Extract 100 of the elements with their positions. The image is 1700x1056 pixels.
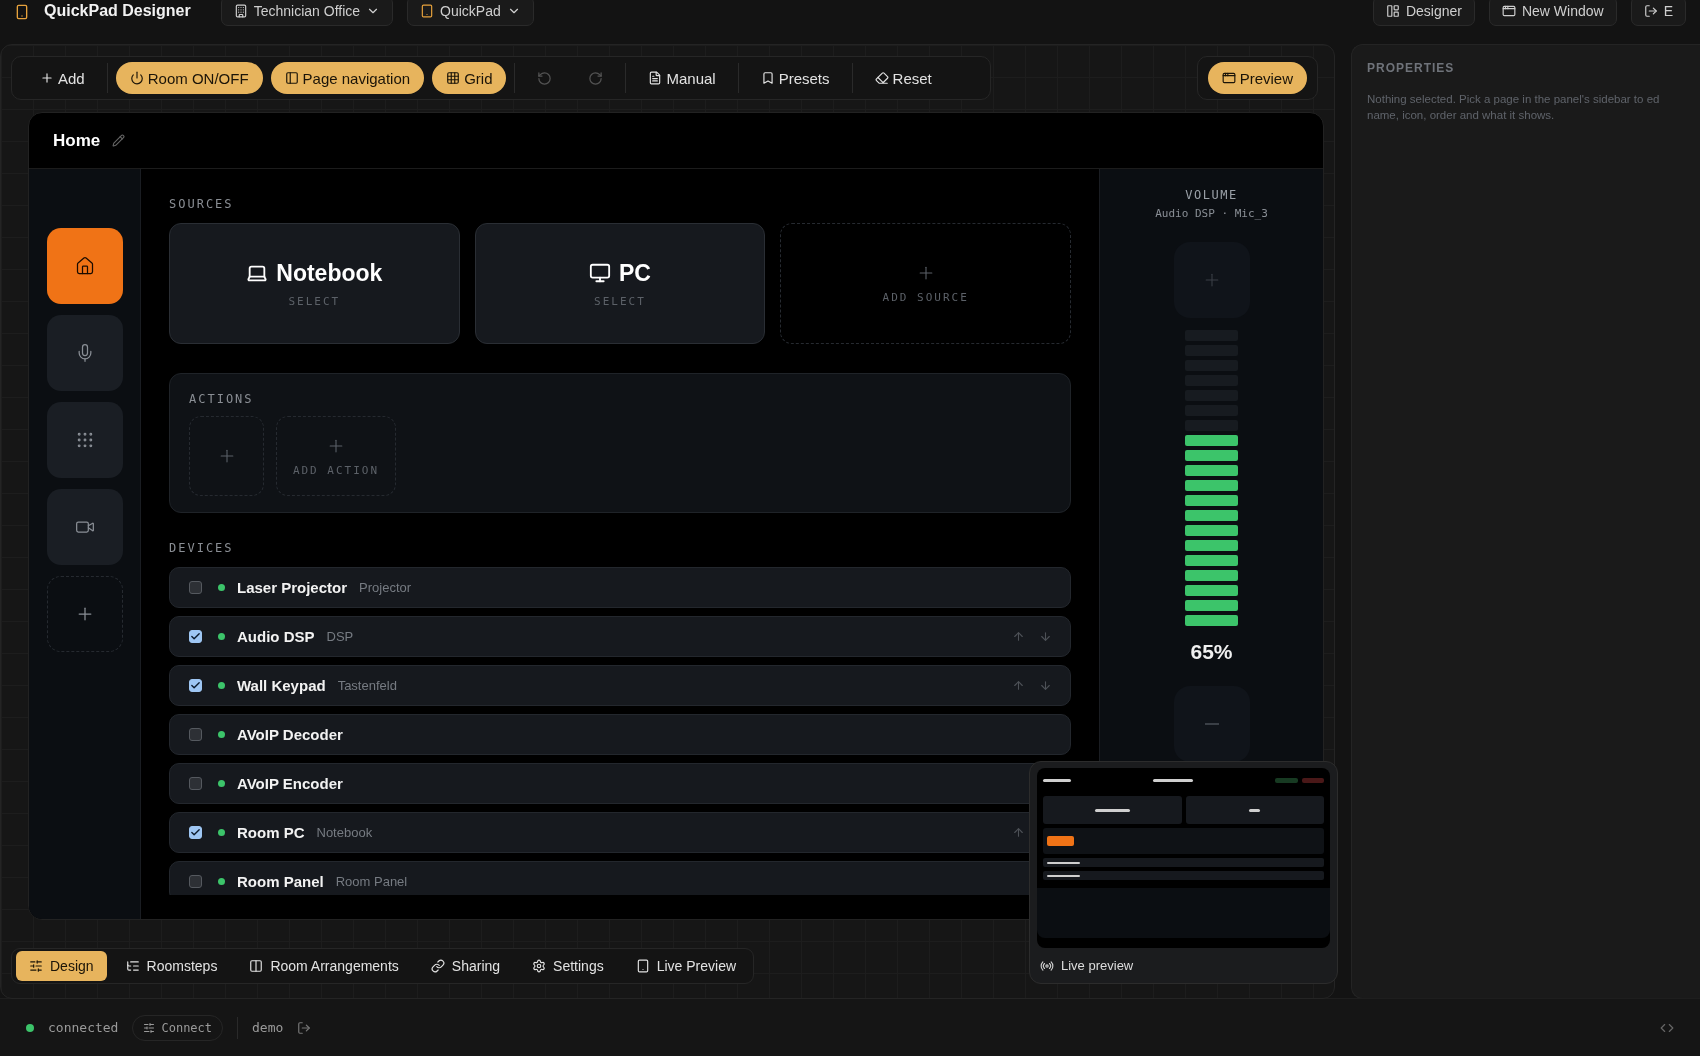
properties-message: Nothing selected. Pick a page in the panel's sidebar to ed name, icon, order and what it shows.: [1367, 92, 1661, 123]
tab[interactable]: Sharing: [417, 951, 514, 981]
source-hint: SELECT: [594, 294, 646, 308]
tab[interactable]: Live Preview: [622, 951, 750, 981]
device-type: DSP: [326, 629, 354, 644]
volume-title: VOLUME: [1185, 188, 1238, 202]
sliders-icon: [29, 959, 43, 973]
window-icon: [1501, 4, 1516, 18]
link-icon: [430, 959, 445, 973]
section-label: ACTIONS: [189, 392, 255, 406]
page-title: Home: [53, 130, 101, 151]
app-logo-icon: [14, 4, 30, 20]
toolbar-button[interactable]: Room ON/OFF: [115, 62, 263, 94]
preview-button[interactable]: Preview: [1207, 62, 1307, 94]
tab[interactable]: Roomsteps: [112, 951, 231, 981]
device-type: Tastenfeld: [337, 678, 397, 693]
device-name: Room PC: [237, 824, 305, 841]
device-type: Room Panel: [335, 874, 408, 889]
redo-icon: [588, 70, 604, 86]
columns-icon: [249, 959, 264, 973]
add-action-button[interactable]: [189, 416, 264, 496]
checkbox[interactable]: [189, 630, 202, 643]
header-button[interactable]: Designer: [1372, 0, 1475, 26]
undo-icon: [537, 70, 553, 86]
sliders-icon: [143, 1021, 156, 1034]
toolbar-button[interactable]: Grid: [432, 62, 507, 94]
edit-icon[interactable]: [112, 134, 126, 147]
grid-icon: [446, 71, 461, 85]
tablet-icon: [420, 4, 435, 18]
volume-reading: 65%: [1190, 640, 1233, 664]
minus-icon: [1204, 723, 1219, 725]
device-name: Room Panel: [237, 873, 324, 890]
settings-icon: [532, 959, 547, 973]
add-source-label: ADD SOURCE: [882, 291, 969, 304]
move-up-icon[interactable]: [1012, 679, 1025, 692]
header-button[interactable]: New Window: [1488, 0, 1617, 26]
tab[interactable]: Settings: [519, 951, 617, 981]
add-page-button[interactable]: [46, 576, 123, 652]
checkbox[interactable]: [189, 679, 202, 692]
tablet-icon: [635, 959, 650, 973]
source-card[interactable]: Notebook SELECT: [169, 223, 460, 344]
app-title: QuickPad Designer: [44, 1, 191, 20]
add-action-label: ADD ACTION: [292, 463, 380, 477]
move-up-icon[interactable]: [1012, 826, 1025, 839]
source-card[interactable]: PC SELECT: [474, 223, 766, 344]
device-name: Audio DSP: [237, 628, 315, 645]
broadcast-icon: [1040, 958, 1054, 973]
header-button[interactable]: E: [1630, 0, 1686, 26]
device-name: AVoIP Decoder: [237, 726, 343, 743]
plus-icon: [40, 71, 54, 85]
toolbar-button[interactable]: Presets: [746, 62, 844, 94]
source-name: Notebook: [276, 259, 383, 287]
section-label: DEVICES: [169, 541, 235, 555]
device-row[interactable]: AVoIP Decoder: [169, 714, 1071, 755]
connection-status: connected: [48, 1020, 119, 1035]
checkbox[interactable]: [189, 826, 202, 839]
tab[interactable]: Room Arrangements: [236, 951, 412, 981]
device-row[interactable]: Wall Keypad Tastenfeld: [169, 665, 1071, 706]
toolbar-button[interactable]: Reset: [860, 62, 946, 94]
checkbox[interactable]: [189, 581, 202, 594]
building-icon: [233, 4, 248, 18]
checkbox[interactable]: [189, 728, 202, 741]
exit-icon: [1643, 4, 1658, 18]
toolbar-button[interactable]: Page navigation: [270, 62, 425, 94]
device-type: Projector: [359, 580, 412, 595]
device-name: Laser Projector: [237, 579, 348, 596]
checkbox[interactable]: [189, 777, 202, 790]
volume-source: Audio DSP · Mic_3: [1155, 207, 1268, 220]
move-down-icon[interactable]: [1039, 630, 1052, 643]
panel-dropdown[interactable]: QuickPad: [407, 0, 534, 26]
monitor-icon: [589, 262, 611, 284]
bookmark-icon: [760, 71, 775, 85]
device-type: Notebook: [316, 825, 373, 840]
document-icon: [648, 71, 663, 85]
power-icon: [129, 71, 144, 85]
toolbar-button[interactable]: Add: [26, 62, 99, 94]
source-hint: SELECT: [288, 294, 341, 308]
live-preview-label: Live preview: [1061, 958, 1134, 973]
move-down-icon[interactable]: [1039, 679, 1052, 692]
live-preview-dialog[interactable]: Live preview: [1029, 761, 1338, 984]
checkbox[interactable]: [189, 875, 202, 888]
home-icon: [74, 256, 95, 276]
move-up-icon[interactable]: [1012, 630, 1025, 643]
toolbar-button[interactable]: Manual: [634, 62, 730, 94]
device-name: Wall Keypad: [237, 677, 326, 694]
window-icon: [1221, 71, 1236, 85]
panel-icon: [284, 71, 299, 85]
steps-icon: [125, 959, 140, 973]
user-name: demo: [252, 1020, 284, 1035]
section-label: SOURCES: [169, 197, 235, 211]
device-row[interactable]: Audio DSP DSP: [169, 616, 1071, 657]
tab[interactable]: Design: [16, 951, 107, 981]
page-button[interactable]: [46, 228, 123, 304]
eraser-icon: [874, 71, 889, 85]
logout-icon[interactable]: [297, 1020, 312, 1035]
source-name: PC: [619, 259, 651, 287]
properties-title: PROPERTIES: [1367, 61, 1456, 75]
device-row[interactable]: Laser Projector Projector: [169, 567, 1071, 608]
room-dropdown[interactable]: Technician Office: [220, 0, 394, 26]
device-name: AVoIP Encoder: [237, 775, 343, 792]
